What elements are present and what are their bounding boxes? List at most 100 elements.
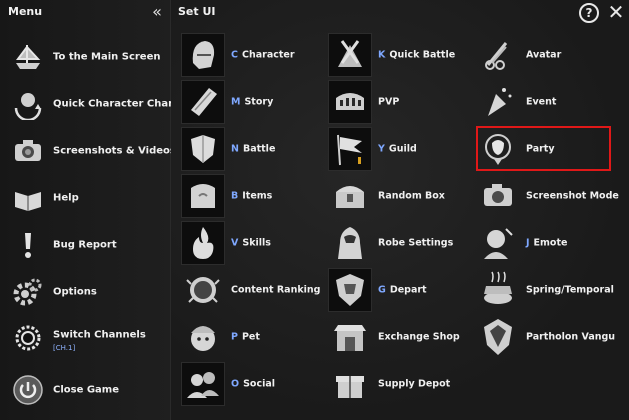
ui-item-social[interactable]: O Social [181,362,331,406]
camera-icon [12,135,44,167]
robe-icon [328,221,372,265]
ui-item-label: Quick Battle [389,49,456,61]
ui-item-supply-depot[interactable]: Supply Depot [328,362,478,406]
party-popper-icon [476,80,520,124]
emote-icon [476,221,520,265]
ui-item-items[interactable]: B Items [181,174,331,218]
set-ui-panel: Set UI ? ✕ C Character K Quick Battle Avat… [171,0,629,420]
hotkey-label: N [231,143,239,155]
gears-icon [12,276,44,308]
quick-battle-icon [328,33,372,77]
hotkey-label: M [231,96,241,108]
set-ui-title: Set UI [178,5,216,18]
vanguard-icon [476,315,520,359]
hotkey-label: Y [378,143,385,155]
menu-item-help[interactable]: Help [10,180,170,216]
shield-icon [181,127,225,171]
ui-item-label: Depart [389,284,427,296]
flag-icon [328,127,372,171]
ui-item-label: Content Ranking [231,284,321,296]
menu-item-label: Options [53,286,97,298]
camera-icon [476,174,520,218]
hotkey-label: K [378,49,386,61]
ui-item-story[interactable]: M Story [181,80,331,124]
party-highlight-box [476,126,611,171]
ui-item-content-ranking[interactable]: Content Ranking [181,268,331,312]
ui-item-label: Social [243,378,276,390]
menu-item-bug-report[interactable]: Bug Report [10,227,170,263]
ui-item-label: Random Box [378,190,445,202]
ui-item-guild[interactable]: Y Guild [328,127,478,171]
ui-item-pet[interactable]: P Pet [181,315,331,359]
ui-item-pvp[interactable]: PVP [328,80,478,124]
ui-item-skills[interactable]: V Skills [181,221,331,265]
ui-item-quick-battle[interactable]: K Quick Battle [328,33,478,77]
close-button[interactable]: ✕ [605,1,627,23]
menu-item-quick-character-change[interactable]: Quick Character Change [10,86,189,122]
current-channel-label: [CH.1] [53,344,76,352]
ui-item-label: Character [241,49,295,61]
ui-item-label: Screenshot Mode [526,190,619,202]
channel-icon [12,322,44,354]
scroll-icon [181,80,225,124]
ui-item-label: Event [526,96,557,108]
ui-item-emote[interactable]: J Emote [476,221,626,265]
flame-icon [181,221,225,265]
bag-icon [181,174,225,218]
ui-item-label: Pet [241,331,260,343]
menu-item-label: Help [53,192,79,204]
ui-item-label: Guild [388,143,417,155]
ui-item-screenshot-mode[interactable]: Screenshot Mode [476,174,626,218]
hotkey-label: C [231,49,238,61]
help-button[interactable]: ? [579,3,599,23]
character-swap-icon [12,88,44,122]
hotkey-label: G [378,284,386,296]
menu-item-label: Switch Channels [53,329,146,341]
menu-item-switch-channels[interactable]: Switch Channels [CH.1] [10,320,170,356]
ui-item-label: Partholon Vangu [526,331,616,343]
ui-item-label: Items [242,190,273,202]
hotkey-label: B [231,190,239,202]
collapse-menu-button[interactable]: « [148,3,166,21]
pet-icon [181,315,225,359]
ui-item-avatar[interactable]: Avatar [476,33,626,77]
ui-item-label: Story [244,96,274,108]
ui-item-character[interactable]: C Character [181,33,331,77]
ui-item-event[interactable]: Event [476,80,626,124]
chest-icon [328,174,372,218]
ship-icon [12,41,44,73]
ui-item-depart[interactable]: G Depart [328,268,478,312]
ui-item-random-box[interactable]: Random Box [328,174,478,218]
helmet-icon [181,33,225,77]
exclamation-icon [12,229,44,261]
ui-item-label: Spring/Temporal [526,284,614,296]
power-icon [12,374,44,406]
avatar-icon [476,33,520,77]
menu-item-label: Quick Character Change [53,98,190,110]
menu-item-close-game[interactable]: Close Game [10,372,170,408]
ui-item-exchange-shop[interactable]: Exchange Shop [328,315,478,359]
ui-item-robe-settings[interactable]: Robe Settings [328,221,478,265]
colosseum-icon [328,80,372,124]
menu-item-main-screen[interactable]: To the Main Screen [10,39,170,75]
ui-item-label: PVP [378,96,400,108]
gift-icon [328,362,372,406]
ui-item-label: Battle [242,143,276,155]
menu-item-label: To the Main Screen [53,51,161,63]
menu-item-screenshots-videos[interactable]: Screenshots & Videos [10,133,176,169]
menu-title: Menu [8,5,43,18]
ui-item-label: Avatar [526,49,562,61]
menu-item-options[interactable]: Options [10,274,170,310]
game-menu-window: Menu « To the Main Screen Quick Characte… [0,0,629,420]
hotkey-label: P [231,331,238,343]
ui-item-battle[interactable]: N Battle [181,127,331,171]
ui-item-label: Supply Depot [378,378,451,390]
hotkey-label: O [231,378,240,390]
ui-item-spring-temporal[interactable]: Spring/Temporal [476,268,626,312]
ui-item-partholon-vanguard[interactable]: Partholon Vangu [476,315,626,359]
ranking-icon [181,268,225,312]
hotkey-label: V [231,237,239,249]
spring-icon [476,268,520,312]
ui-item-label: Skills [242,237,271,249]
shop-icon [328,315,372,359]
